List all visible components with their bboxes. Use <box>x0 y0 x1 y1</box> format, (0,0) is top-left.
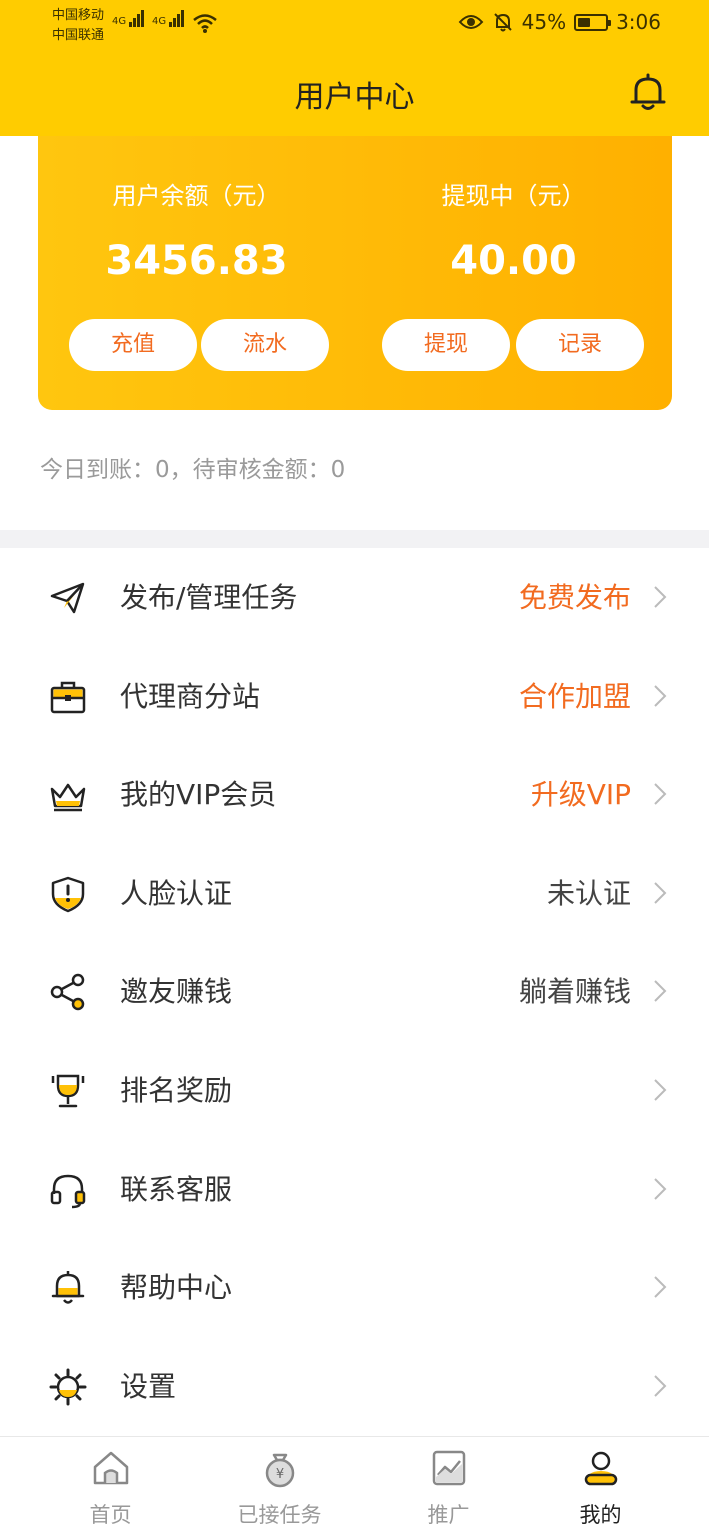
carrier-2: 中国联通 <box>52 28 105 43</box>
menu-item-hint: 升级VIP <box>530 778 631 812</box>
menu-item-agent-station[interactable]: 代理商分站 合作加盟 <box>0 647 709 746</box>
chevron-right-icon <box>654 882 667 904</box>
money-bag-icon: ¥ <box>265 1453 295 1488</box>
flow-button[interactable]: 流水 <box>201 319 329 371</box>
tab-mine[interactable]: 我的 <box>512 1437 689 1536</box>
mute-bell-icon <box>493 13 512 32</box>
menu-item-publish-task[interactable]: 发布/管理任务 免费发布 <box>0 548 709 647</box>
menu-item-help-center[interactable]: 帮助中心 <box>0 1238 709 1337</box>
menu-list: 发布/管理任务 免费发布 代理商分站 合作加盟 我的VIP会员 升级VIP 人脸… <box>0 548 709 1435</box>
trophy-icon <box>51 1074 85 1108</box>
menu-item-label: 我的VIP会员 <box>120 778 277 812</box>
menu-item-face-verify[interactable]: 人脸认证 未认证 <box>0 844 709 943</box>
tab-home[interactable]: 首页 <box>22 1437 199 1536</box>
menu-item-label: 排名奖励 <box>120 1073 233 1107</box>
recharge-button[interactable]: 充值 <box>69 319 197 371</box>
chevron-right-icon <box>654 1276 667 1298</box>
menu-item-label: 联系客服 <box>120 1172 233 1206</box>
chevron-right-icon <box>654 684 667 707</box>
chevron-right-icon <box>654 1375 667 1397</box>
menu-item-label: 邀友赚钱 <box>120 975 233 1009</box>
eye-icon <box>458 15 483 29</box>
balance-value: 3456.83 <box>105 238 288 284</box>
chevron-right-icon <box>654 1177 667 1200</box>
menu-item-label: 帮助中心 <box>120 1271 233 1305</box>
withdrawing-label: 提现中（元） <box>441 182 586 210</box>
status-bar: 中国移动 中国联通 4G 4G 45% 3:06 <box>0 0 709 50</box>
balance-card: 用户余额（元） 3456.83 充值 流水 提现中（元） 40.00 提现 记录 <box>38 136 672 410</box>
carrier-names: 中国移动 中国联通 <box>52 6 104 46</box>
menu-item-label: 发布/管理任务 <box>120 581 298 614</box>
home-icon <box>93 1451 129 1485</box>
battery-icon <box>574 13 612 31</box>
menu-item-ranking[interactable]: 排名奖励 <box>0 1041 709 1140</box>
chevron-right-icon <box>654 980 667 1003</box>
menu-item-label: 设置 <box>120 1369 177 1403</box>
bottom-tab-bar: 首页 ¥ 已接任务 推广 我的 <box>0 1436 709 1536</box>
user-icon <box>584 1451 618 1486</box>
signal-bars-icon <box>169 10 185 27</box>
withdraw-button[interactable]: 提现 <box>382 319 510 371</box>
withdrawing-column: 提现中（元） 40.00 提现 记录 <box>355 136 672 410</box>
gear-icon <box>49 1368 87 1406</box>
menu-item-label: 人脸认证 <box>120 876 233 910</box>
crown-icon <box>50 783 86 812</box>
network-type-2: 4G <box>152 16 167 27</box>
menu-item-invite[interactable]: 邀友赚钱 躺着赚钱 <box>0 942 709 1041</box>
svg-text:¥: ¥ <box>276 1467 284 1482</box>
share-icon <box>50 974 85 1011</box>
tab-accepted-tasks[interactable]: ¥ 已接任务 <box>191 1437 368 1536</box>
chevron-right-icon <box>654 783 667 805</box>
menu-item-hint: 躺着赚钱 <box>518 975 631 1009</box>
withdrawing-value: 40.00 <box>450 238 577 284</box>
help-bell-icon <box>51 1271 85 1304</box>
carrier-1: 中国移动 <box>52 8 105 23</box>
today-summary: 今日到账：0，待审核金额：0 <box>40 457 346 483</box>
chevron-right-icon <box>654 586 667 608</box>
page-title: 用户中心 <box>294 80 415 115</box>
tab-promote[interactable]: 推广 <box>360 1437 537 1536</box>
balance-label: 用户余额（元） <box>112 182 281 210</box>
signal-1: 4G <box>112 10 145 27</box>
tab-label: 我的 <box>579 1503 622 1527</box>
paper-plane-icon <box>50 582 85 614</box>
balance-column: 用户余额（元） 3456.83 充值 流水 <box>38 136 355 410</box>
menu-item-vip[interactable]: 我的VIP会员 升级VIP <box>0 745 709 844</box>
menu-item-label: 代理商分站 <box>120 679 261 713</box>
wifi-icon <box>193 14 217 33</box>
chart-icon <box>432 1450 466 1486</box>
chevron-right-icon <box>654 1079 667 1101</box>
signal-bars-icon <box>129 10 145 27</box>
briefcase-icon <box>50 681 86 713</box>
tab-label: 推广 <box>427 1503 470 1527</box>
shield-icon <box>51 876 85 913</box>
menu-item-hint: 免费发布 <box>518 581 631 614</box>
battery-percent: 45% <box>521 10 567 34</box>
menu-item-hint: 未认证 <box>546 876 631 910</box>
records-button[interactable]: 记录 <box>516 319 644 371</box>
menu-item-hint: 合作加盟 <box>518 679 631 713</box>
bell-icon[interactable] <box>626 70 670 114</box>
tab-label: 已接任务 <box>237 1503 322 1527</box>
network-type-1: 4G <box>112 16 127 27</box>
tab-label: 首页 <box>89 1503 132 1527</box>
section-divider <box>0 530 709 548</box>
menu-item-customer-service[interactable]: 联系客服 <box>0 1140 709 1239</box>
clock: 3:06 <box>616 10 661 34</box>
headset-icon <box>50 1174 86 1208</box>
signal-2: 4G <box>152 10 185 27</box>
menu-item-settings[interactable]: 设置 <box>0 1337 709 1436</box>
